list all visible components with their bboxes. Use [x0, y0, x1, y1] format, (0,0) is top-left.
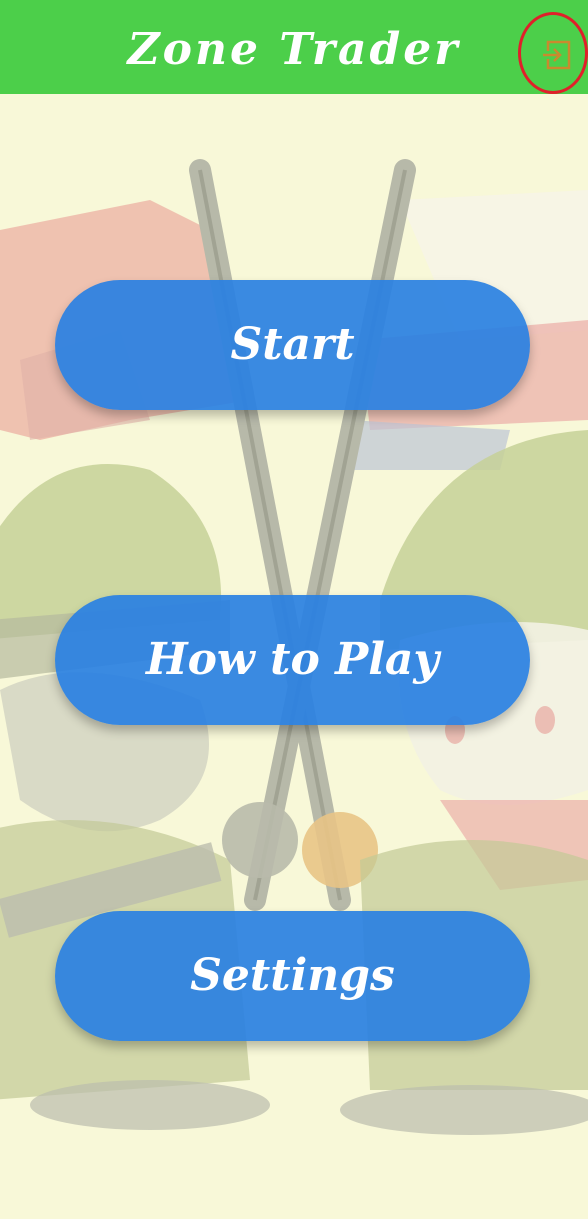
start-button[interactable]: Start: [55, 280, 530, 410]
exit-to-app-icon: [543, 40, 571, 70]
app-title: Zone Trader: [127, 24, 461, 75]
how-to-play-button[interactable]: How to Play: [55, 595, 530, 725]
exit-button[interactable]: [518, 12, 588, 94]
app-bar: Zone Trader: [0, 0, 588, 94]
settings-button[interactable]: Settings: [55, 911, 530, 1041]
